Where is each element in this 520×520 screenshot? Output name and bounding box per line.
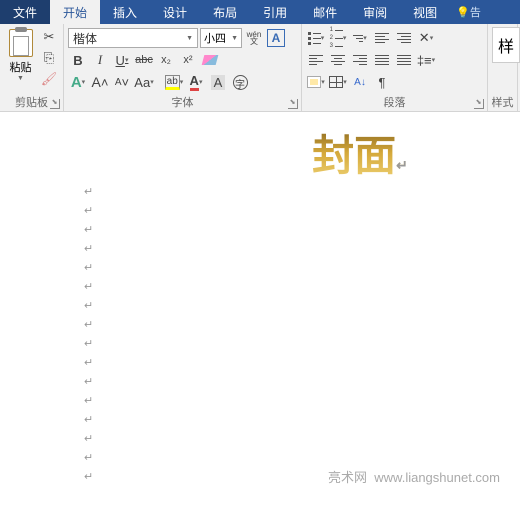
tell-me[interactable]: 💡告 xyxy=(450,4,481,20)
line-spacing-button[interactable]: ‡≡▾ xyxy=(416,50,436,70)
borders-icon xyxy=(329,76,343,88)
copy-icon: ⎘ xyxy=(44,50,54,66)
spacing-icon: ‡≡ xyxy=(417,53,432,68)
justify-button[interactable] xyxy=(372,50,392,70)
tab-view[interactable]: 视图 xyxy=(400,0,450,24)
subscript-button[interactable]: x₂ xyxy=(156,50,176,70)
bold-button[interactable]: B xyxy=(68,50,88,70)
brush-icon: 🖌 xyxy=(41,71,58,87)
font-color-button[interactable]: A▾ xyxy=(186,72,206,92)
group-font-label: 字体 xyxy=(64,94,301,110)
asian-layout-button[interactable]: ✕▾ xyxy=(416,28,436,48)
tab-review[interactable]: 审阅 xyxy=(350,0,400,24)
font-launcher[interactable]: ⬊ xyxy=(288,99,298,109)
bullets-icon xyxy=(308,32,321,45)
show-marks-button[interactable]: ¶ xyxy=(372,72,392,92)
clear-format-button[interactable] xyxy=(200,50,220,70)
highlight-button[interactable]: ab▾ xyxy=(164,72,184,92)
group-paragraph-label: 段落 xyxy=(302,94,487,110)
char-shading-button[interactable]: A xyxy=(208,72,228,92)
bullets-button[interactable]: ▾ xyxy=(306,28,326,48)
group-styles-label: 样式 xyxy=(488,94,517,110)
underline-button[interactable]: U▾ xyxy=(112,50,132,70)
superscript-button[interactable]: x² xyxy=(178,50,198,70)
strikethrough-button[interactable]: abc xyxy=(134,50,154,70)
outdent-icon xyxy=(375,33,389,43)
paragraph-marks: ↵↵↵↵↵↵↵↵↵↵↵↵↵↵↵↵ xyxy=(84,183,440,487)
watermark: 亮术网 www.liangshunet.com xyxy=(328,467,500,486)
borders-button[interactable]: ▾ xyxy=(328,72,348,92)
align-right-icon xyxy=(353,55,367,65)
multilevel-icon xyxy=(353,35,363,42)
phonetic-guide-button[interactable]: wén文 xyxy=(244,28,264,48)
char-border-button[interactable]: A xyxy=(266,28,286,48)
font-color-icon: A xyxy=(190,73,199,91)
asian-icon: ✕ xyxy=(419,30,430,46)
align-center-button[interactable] xyxy=(328,50,348,70)
text-effects-button[interactable]: A▾ xyxy=(68,72,88,92)
numbering-button[interactable]: 123▾ xyxy=(328,28,348,48)
eraser-icon xyxy=(202,55,219,65)
indent-icon xyxy=(397,33,411,43)
align-left-icon xyxy=(309,55,323,65)
tab-file[interactable]: 文件 xyxy=(0,0,50,24)
enclose-char-button[interactable]: 字 xyxy=(230,72,250,92)
distributed-button[interactable] xyxy=(394,50,414,70)
paste-button[interactable]: 粘贴 ▼ xyxy=(4,27,37,89)
clipboard-icon xyxy=(9,29,33,57)
change-case-button[interactable]: Aa▾ xyxy=(134,72,154,92)
grow-font-button[interactable]: A˄ xyxy=(90,72,110,92)
cut-button[interactable]: ✂ xyxy=(39,27,59,47)
shading-button[interactable]: ▾ xyxy=(306,72,326,92)
copy-button[interactable]: ⎘ xyxy=(39,48,59,68)
increase-indent-button[interactable] xyxy=(394,28,414,48)
document-area[interactable]: 封面↵ ↵↵↵↵↵↵↵↵↵↵↵↵↵↵↵↵ 亮术网 www.liangshunet… xyxy=(0,112,520,492)
clipboard-launcher[interactable]: ⬊ xyxy=(50,99,60,109)
pilcrow-icon: ¶ xyxy=(379,75,386,90)
numbering-icon: 123 xyxy=(330,27,343,49)
tab-design[interactable]: 设计 xyxy=(150,0,200,24)
distributed-icon xyxy=(397,55,411,65)
paragraph-launcher[interactable]: ⬊ xyxy=(474,99,484,109)
font-size-combo[interactable]: 小四▼ xyxy=(200,28,242,48)
sort-icon: A↓ xyxy=(354,77,366,88)
tab-mailings[interactable]: 邮件 xyxy=(300,0,350,24)
tab-layout[interactable]: 布局 xyxy=(200,0,250,24)
highlight-icon: ab xyxy=(165,75,180,90)
italic-button[interactable]: I xyxy=(90,50,110,70)
format-painter-button[interactable]: 🖌 xyxy=(39,69,59,89)
align-right-button[interactable] xyxy=(350,50,370,70)
align-left-button[interactable] xyxy=(306,50,326,70)
style-normal[interactable]: 样 xyxy=(492,27,520,63)
font-name-combo[interactable]: 楷体▼ xyxy=(68,28,198,48)
align-center-icon xyxy=(331,55,345,65)
shading-icon xyxy=(307,76,321,88)
cover-title: 封面↵ xyxy=(280,122,440,183)
justify-icon xyxy=(375,55,389,65)
tab-insert[interactable]: 插入 xyxy=(100,0,150,24)
decrease-indent-button[interactable] xyxy=(372,28,392,48)
multilevel-button[interactable]: ▾ xyxy=(350,28,370,48)
border-a-icon: A xyxy=(267,29,285,47)
tab-home[interactable]: 开始 xyxy=(50,0,100,24)
tab-references[interactable]: 引用 xyxy=(250,0,300,24)
sort-button[interactable]: A↓ xyxy=(350,72,370,92)
scissors-icon: ✂ xyxy=(44,29,55,45)
shrink-font-button[interactable]: A˅ xyxy=(112,72,132,92)
phonetic-icon: wén文 xyxy=(247,31,262,45)
